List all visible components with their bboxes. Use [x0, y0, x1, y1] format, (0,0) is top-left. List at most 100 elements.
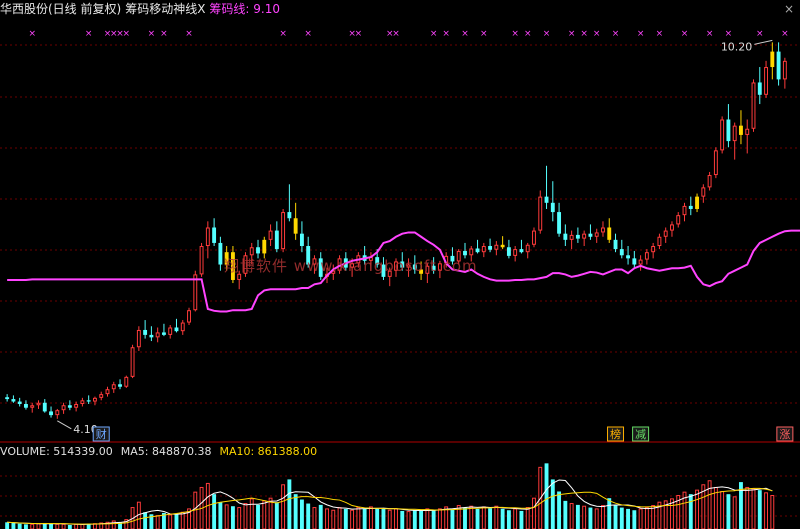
candle-body	[11, 399, 16, 402]
volume-bar	[331, 509, 336, 529]
candle-body	[626, 255, 631, 259]
max-price-label: 10.20	[721, 40, 753, 53]
candle-body	[469, 248, 474, 256]
candle-body	[42, 402, 47, 412]
chip-line-value: 筹码线: 9.10	[209, 2, 280, 16]
candle-body	[588, 233, 593, 237]
volume-bar	[343, 508, 348, 529]
volume-bar	[30, 523, 35, 529]
volume-bar	[550, 479, 555, 529]
volume-bar	[582, 505, 587, 529]
candle-body	[155, 332, 160, 338]
candle-body	[130, 347, 135, 377]
volume-bar	[362, 508, 367, 529]
ma5-value: MA5: 848870.38	[120, 445, 212, 458]
volume-bar	[281, 484, 286, 529]
candle-body	[86, 400, 91, 402]
volume-value: VOLUME: 514339.00	[0, 445, 113, 458]
volume-bar	[626, 508, 631, 529]
candle-body	[55, 410, 60, 416]
volume-bar	[168, 514, 173, 529]
indicator-name: 筹码移动神线X	[125, 2, 206, 16]
signal-cross-mark: ×	[511, 29, 519, 39]
candle-body	[49, 411, 53, 416]
signal-cross-mark: ×	[85, 29, 93, 39]
candle-body	[287, 212, 292, 219]
volume-bar	[287, 479, 292, 529]
close-icon[interactable]: ×	[782, 2, 796, 16]
candle-body	[707, 175, 712, 188]
volume-bar	[764, 492, 768, 529]
candle-body	[180, 322, 185, 332]
candle-body	[199, 246, 204, 275]
candle-body	[111, 384, 116, 390]
candle-body	[782, 60, 787, 80]
volume-bar	[36, 523, 41, 529]
volume-bar	[387, 509, 392, 529]
volume-bar	[644, 507, 649, 529]
volume-bar	[318, 504, 323, 529]
volume-bar	[732, 496, 737, 529]
event-marker-label: 减	[635, 428, 646, 441]
volume-header: VOLUME: 514339.00 MA5: 848870.38 MA10: 861…	[0, 444, 325, 460]
candle-body	[739, 125, 743, 135]
volume-bar	[695, 489, 700, 529]
volume-bar	[751, 488, 756, 529]
volume-bar	[638, 508, 643, 529]
candle-body	[619, 249, 624, 256]
event-marker-label: 榜	[610, 427, 621, 441]
volume-bar	[688, 494, 693, 529]
signal-cross-mark: ×	[580, 29, 588, 39]
candle-body	[274, 230, 279, 250]
candle-body	[124, 376, 129, 387]
candle-body	[36, 402, 41, 406]
volume-bar	[757, 490, 762, 529]
volume-bar	[381, 508, 386, 529]
candle-body	[67, 405, 72, 408]
volume-bar	[24, 524, 28, 529]
volume-bar	[544, 463, 549, 529]
max-price-pointer	[754, 39, 773, 45]
volume-bar	[651, 505, 656, 529]
volume-bar	[394, 508, 398, 529]
volume-bar	[601, 505, 605, 529]
volume-bar	[11, 522, 16, 529]
volume-bar	[262, 500, 267, 529]
candle-body	[475, 248, 480, 253]
candle-body	[149, 334, 154, 338]
candle-body	[651, 246, 656, 253]
candle-body	[550, 202, 555, 213]
candle-body	[99, 394, 104, 398]
volume-bar	[155, 515, 160, 529]
volume-bar	[613, 504, 618, 529]
candle-body	[732, 125, 737, 142]
volume-bar	[67, 524, 72, 529]
volume-bar	[563, 500, 568, 529]
signal-cross-mark: ×	[725, 29, 733, 39]
volume-bar	[506, 510, 511, 529]
volume-bar	[713, 486, 718, 529]
signal-cross-mark: ×	[148, 29, 156, 39]
volume-bar	[49, 523, 53, 529]
candle-body	[594, 232, 599, 237]
volume-bar	[513, 508, 518, 529]
candle-body	[751, 82, 756, 129]
volume-bar	[274, 502, 279, 529]
candle-body	[80, 400, 85, 405]
candle-body	[607, 227, 612, 240]
volume-bar	[494, 505, 499, 529]
candle-body	[519, 249, 524, 253]
chart-header: 华西股份(日线 前复权) 筹码移动神线X 筹码线: 9.10	[0, 0, 284, 18]
ma10-value: MA10: 861388.00	[219, 445, 318, 458]
candle-body	[525, 244, 530, 253]
candle-body	[613, 239, 618, 250]
volume-bar	[237, 507, 242, 529]
volume-bar	[212, 494, 217, 529]
candle-body	[494, 244, 499, 250]
candle-body	[293, 218, 298, 234]
volume-bar	[632, 510, 637, 529]
candle-body	[488, 246, 493, 250]
watermark: 翔博软件 www.xiangbosoft.com	[224, 257, 478, 275]
candle-body	[513, 249, 518, 256]
volume-bar	[450, 508, 455, 529]
